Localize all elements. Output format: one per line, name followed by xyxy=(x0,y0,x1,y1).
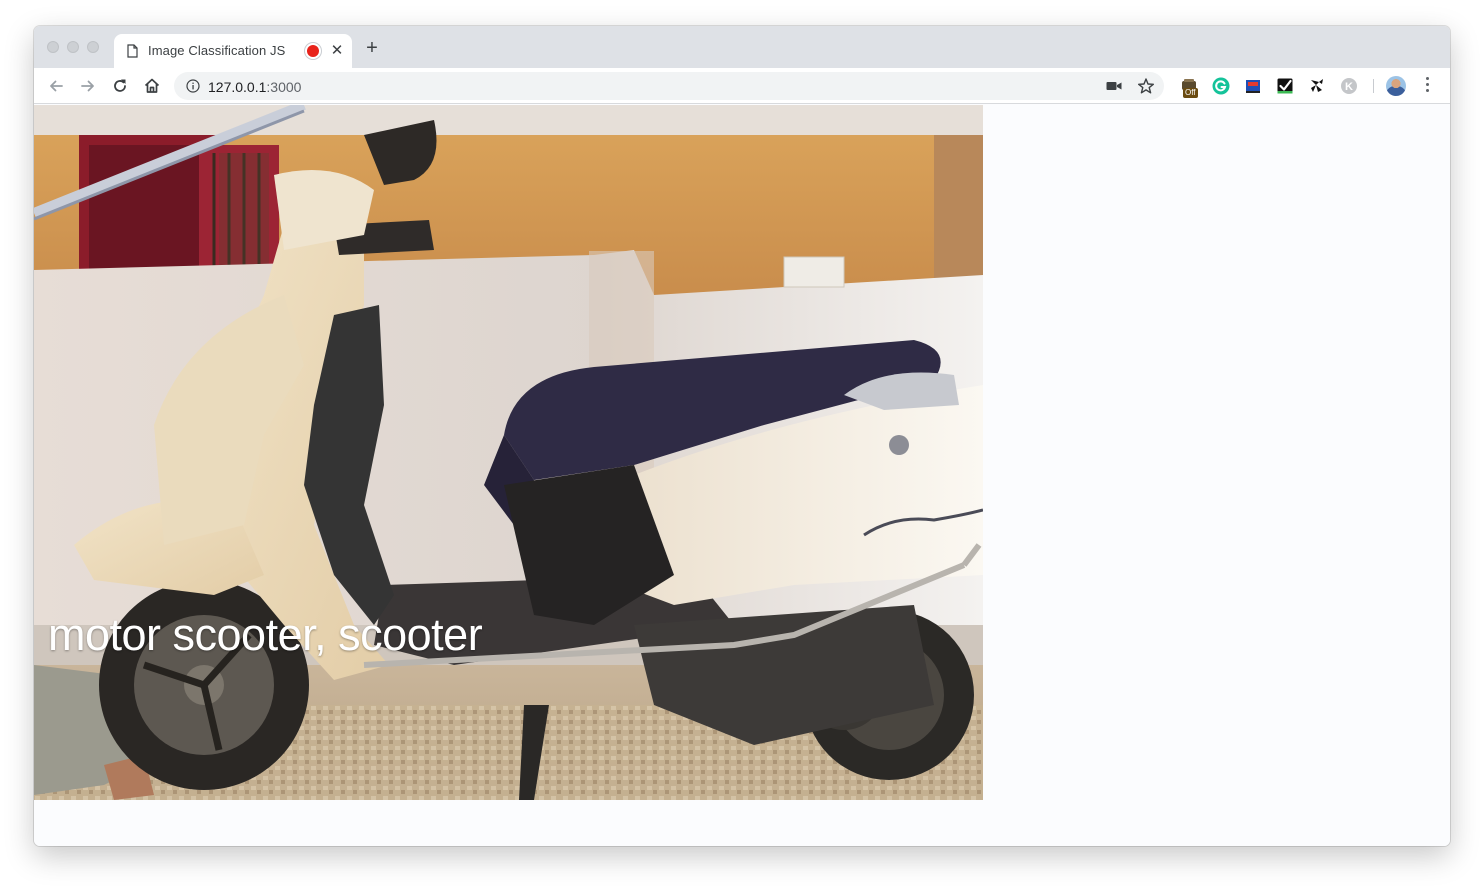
kebab-menu-icon[interactable] xyxy=(1426,77,1430,95)
k-letter: K xyxy=(1345,81,1353,93)
toolbar-separator xyxy=(1373,79,1374,93)
screen-extension-icon[interactable] xyxy=(1243,76,1263,96)
scooter-image xyxy=(34,105,983,800)
window-close-button[interactable] xyxy=(47,41,59,53)
k-extension-icon[interactable]: K xyxy=(1339,76,1359,96)
back-button[interactable] xyxy=(46,76,66,96)
page-viewport: motor scooter, scooter xyxy=(34,105,1450,846)
browser-window: Image Classification JS ✕ + 127.0.0.1:30… xyxy=(34,26,1450,846)
webcam-video-feed: motor scooter, scooter xyxy=(34,105,983,800)
close-icon[interactable]: ✕ xyxy=(330,43,344,58)
plus-icon[interactable]: + xyxy=(364,38,380,58)
arrow-right-icon xyxy=(81,80,94,92)
url-host: 127.0.0.1 xyxy=(208,79,267,95)
tab-image-classification[interactable]: Image Classification JS ✕ xyxy=(114,34,352,68)
url-text[interactable]: 127.0.0.1:3000 xyxy=(208,79,301,95)
screen-glyph xyxy=(1246,80,1260,93)
record-icon xyxy=(307,45,319,57)
address-bar[interactable]: 127.0.0.1:3000 xyxy=(174,72,1164,100)
forward-button[interactable] xyxy=(78,76,98,96)
tab-title: Image Classification JS xyxy=(148,43,286,58)
avatar[interactable] xyxy=(1386,76,1406,96)
checkbox-glyph xyxy=(1277,78,1293,94)
prediction-label: motor scooter, scooter xyxy=(48,609,483,660)
home-button[interactable] xyxy=(142,76,162,96)
reload-button[interactable] xyxy=(110,76,130,96)
info-icon[interactable] xyxy=(186,79,200,93)
url-port: :3000 xyxy=(266,79,302,95)
star-icon[interactable] xyxy=(1137,77,1155,95)
arrow-left-icon xyxy=(50,80,63,92)
extension-badge: Off xyxy=(1183,88,1198,98)
checkbox-extension-icon[interactable] xyxy=(1275,76,1295,96)
pinwheel-extension-icon[interactable] xyxy=(1307,76,1327,96)
window-zoom-button[interactable] xyxy=(87,41,99,53)
k-glyph: K xyxy=(1341,78,1357,94)
camera-icon[interactable] xyxy=(1106,80,1122,92)
window-minimize-button[interactable] xyxy=(67,41,79,53)
document-icon xyxy=(127,44,138,58)
tab-strip: Image Classification JS ✕ + xyxy=(34,26,1450,68)
grammarly-icon[interactable] xyxy=(1211,76,1231,96)
grammarly-glyph xyxy=(1212,77,1230,95)
pinwheel-glyph xyxy=(1311,79,1323,92)
toolbar: 127.0.0.1:3000 Off K xyxy=(34,68,1450,104)
reload-icon xyxy=(114,79,126,92)
home-icon xyxy=(144,78,160,93)
